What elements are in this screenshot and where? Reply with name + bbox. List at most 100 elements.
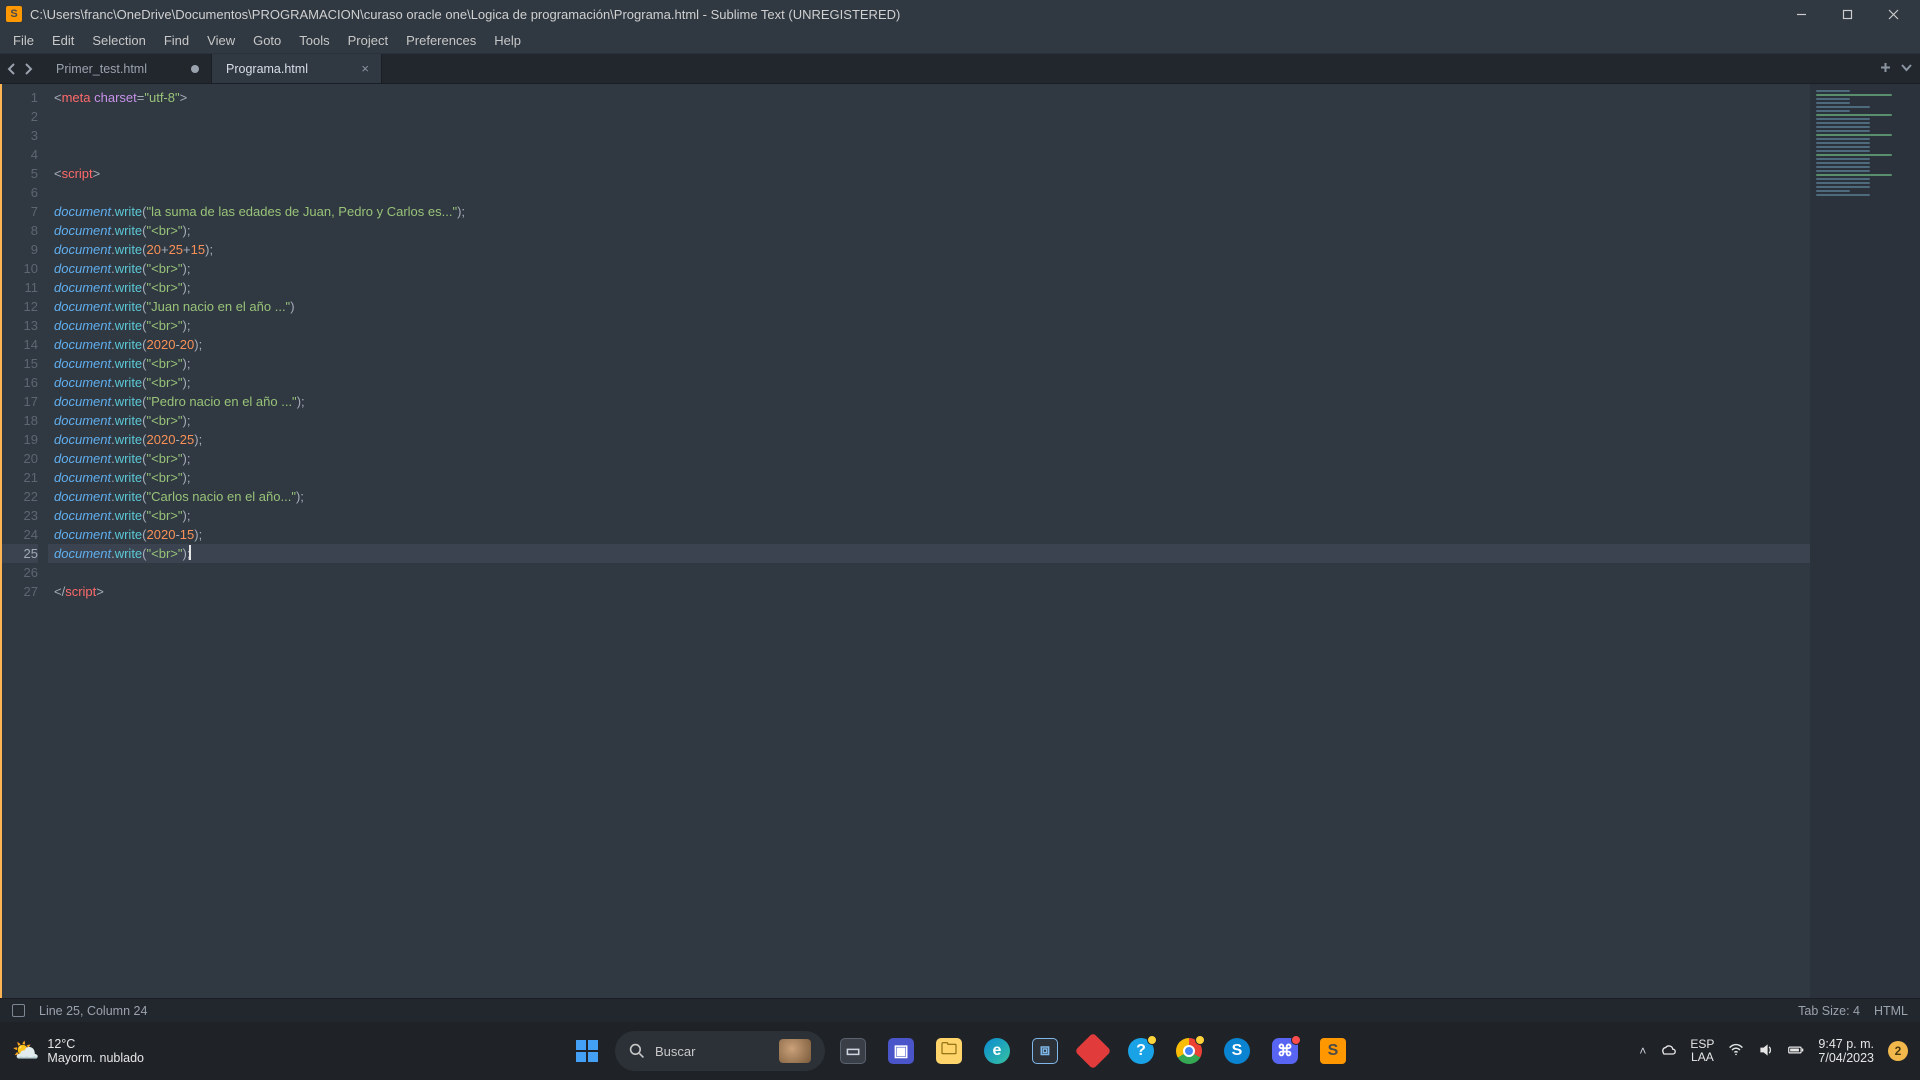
code-line [48, 563, 1810, 582]
tab-label: Programa.html [226, 62, 308, 76]
tabs: Primer_test.html Programa.html × [42, 54, 382, 83]
menu-help[interactable]: Help [485, 30, 530, 51]
menu-file[interactable]: File [4, 30, 43, 51]
weather-widget[interactable]: ⛅ 12°C Mayorm. nublado [12, 1037, 144, 1066]
line-number: 27 [2, 582, 38, 601]
line-number: 12 [2, 297, 38, 316]
tab-history-nav [0, 54, 42, 83]
window-title: C:\Users\franc\OneDrive\Documentos\PROGR… [30, 7, 900, 22]
code-line [48, 126, 1810, 145]
sublime-app[interactable]: S [1313, 1031, 1353, 1071]
status-syntax[interactable]: HTML [1874, 1004, 1908, 1018]
menu-tools[interactable]: Tools [290, 30, 338, 51]
line-number: 24 [2, 525, 38, 544]
code-line: document.write("<br>"); [48, 221, 1810, 240]
camera-app[interactable]: ▣ [881, 1031, 921, 1071]
search-placeholder: Buscar [655, 1044, 695, 1059]
titlebar: S C:\Users\franc\OneDrive\Documentos\PRO… [0, 0, 1920, 28]
start-button[interactable] [567, 1031, 607, 1071]
menubar: FileEditSelectionFindViewGotoToolsProjec… [0, 28, 1920, 54]
line-number: 8 [2, 221, 38, 240]
sidebar-toggle-icon[interactable] [12, 1004, 25, 1017]
skype-app[interactable]: S [1217, 1031, 1257, 1071]
menu-find[interactable]: Find [155, 30, 198, 51]
editor[interactable]: 1234567891011121314151617181920212223242… [0, 84, 1920, 998]
sublime-window: S C:\Users\franc\OneDrive\Documentos\PRO… [0, 0, 1920, 1022]
notification-badge[interactable]: 2 [1888, 1041, 1908, 1061]
minimap[interactable] [1810, 84, 1920, 998]
file-explorer[interactable]: 🗀 [929, 1031, 969, 1071]
close-button[interactable] [1870, 0, 1916, 28]
line-number: 22 [2, 487, 38, 506]
maximize-button[interactable] [1824, 0, 1870, 28]
line-number: 14 [2, 335, 38, 354]
menu-preferences[interactable]: Preferences [397, 30, 485, 51]
taskview-button[interactable]: ▭ [833, 1031, 873, 1071]
line-number: 15 [2, 354, 38, 373]
code-line: document.write("<br>"); [48, 259, 1810, 278]
tab-programa-html[interactable]: Programa.html × [212, 54, 382, 83]
tab-primer_test-html[interactable]: Primer_test.html [42, 54, 212, 83]
code-line: document.write(20+25+15); [48, 240, 1810, 259]
minimize-button[interactable] [1778, 0, 1824, 28]
line-number: 11 [2, 278, 38, 297]
search-spotlight-icon [779, 1039, 811, 1063]
wifi-icon[interactable] [1728, 1042, 1744, 1061]
menu-selection[interactable]: Selection [83, 30, 154, 51]
clock[interactable]: 9:47 p. m. 7/04/2023 [1818, 1037, 1874, 1066]
line-number: 26 [2, 563, 38, 582]
menu-project[interactable]: Project [339, 30, 397, 51]
taskbar-search[interactable]: Buscar [615, 1031, 825, 1071]
new-tab-icon[interactable] [1880, 60, 1891, 78]
line-number: 5 [2, 164, 38, 183]
weather-temp: 12°C [47, 1037, 144, 1051]
menu-edit[interactable]: Edit [43, 30, 83, 51]
code-line: document.write("la suma de las edades de… [48, 202, 1810, 221]
line-number: 20 [2, 449, 38, 468]
volume-icon[interactable] [1758, 1042, 1774, 1061]
code-line: document.write("Juan nacio en el año ...… [48, 297, 1810, 316]
code-line: document.write("<br>"); [48, 354, 1810, 373]
tab-dropdown-icon[interactable] [1901, 60, 1912, 78]
window-controls [1778, 0, 1916, 28]
tab-label: Primer_test.html [56, 62, 147, 76]
menu-view[interactable]: View [198, 30, 244, 51]
chrome-browser[interactable] [1169, 1031, 1209, 1071]
weather-icon: ⛅ [12, 1038, 39, 1064]
get-help-app[interactable]: ? [1121, 1031, 1161, 1071]
line-number: 9 [2, 240, 38, 259]
status-cursor: Line 25, Column 24 [39, 1004, 147, 1018]
code-line: document.write("Carlos nacio en el año..… [48, 487, 1810, 506]
code-line: document.write(2020-20); [48, 335, 1810, 354]
edge-browser[interactable]: e [977, 1031, 1017, 1071]
code-line [48, 183, 1810, 202]
line-number: 18 [2, 411, 38, 430]
onedrive-icon[interactable] [1660, 1042, 1676, 1061]
code-area[interactable]: <meta charset="utf-8"> <script> document.w… [48, 84, 1810, 998]
nav-forward-icon[interactable] [22, 62, 36, 76]
line-number: 13 [2, 316, 38, 335]
statusbar: Line 25, Column 24 Tab Size: 4 HTML [0, 998, 1920, 1022]
tab-close-icon[interactable]: × [361, 61, 369, 76]
line-number: 16 [2, 373, 38, 392]
weather-desc: Mayorm. nublado [47, 1051, 144, 1065]
code-line: document.write(2020-25); [48, 430, 1810, 449]
code-line: document.write("<br>"); [48, 278, 1810, 297]
code-line: <meta charset="utf-8"> [48, 88, 1810, 107]
line-number: 23 [2, 506, 38, 525]
nav-back-icon[interactable] [6, 62, 20, 76]
code-line: </script> [48, 582, 1810, 601]
tray-overflow-icon[interactable]: ˄ [1639, 1044, 1646, 1058]
language-indicator[interactable]: ESP LAA [1690, 1038, 1714, 1064]
discord-app[interactable]: ⌘ [1265, 1031, 1305, 1071]
menu-goto[interactable]: Goto [244, 30, 290, 51]
tabbar: Primer_test.html Programa.html × [0, 54, 1920, 84]
battery-icon[interactable] [1788, 1042, 1804, 1061]
line-number: 19 [2, 430, 38, 449]
status-tabsize[interactable]: Tab Size: 4 [1798, 1004, 1860, 1018]
ms-store[interactable]: ⧈ [1025, 1031, 1065, 1071]
todoist-app[interactable] [1073, 1031, 1113, 1071]
dirty-indicator-icon [191, 65, 199, 73]
code-line [48, 107, 1810, 126]
code-line: <script> [48, 164, 1810, 183]
